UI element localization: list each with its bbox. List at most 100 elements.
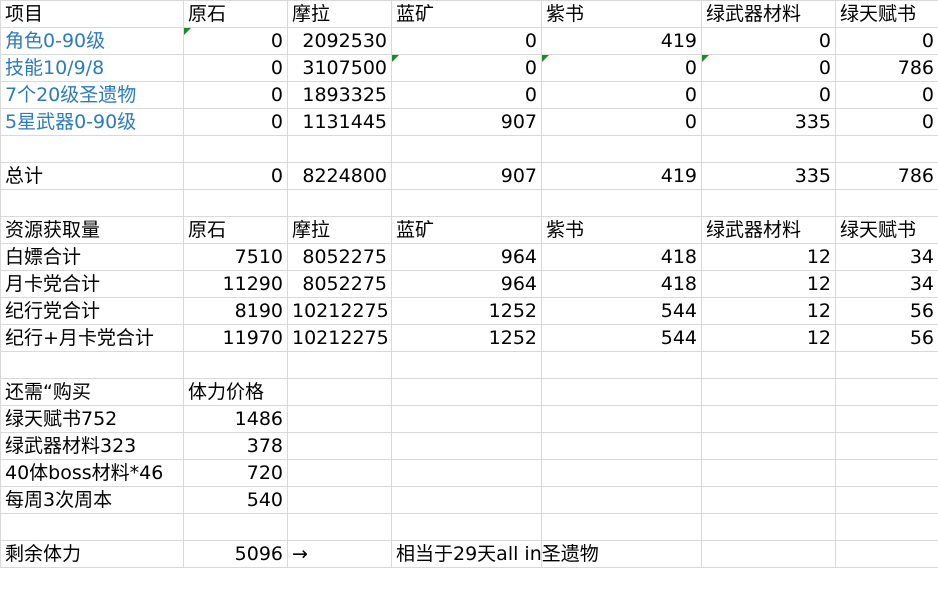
cell[interactable] — [183, 135, 288, 163]
cell[interactable]: 12 — [701, 324, 836, 352]
cell[interactable] — [391, 486, 542, 514]
cell[interactable] — [391, 189, 542, 217]
cell[interactable]: 8052275 — [287, 270, 392, 298]
cell[interactable]: 3107500 — [287, 54, 392, 82]
cell[interactable]: 56 — [835, 324, 938, 352]
cell[interactable] — [183, 189, 288, 217]
cell[interactable]: 1252 — [391, 324, 542, 352]
cell[interactable]: 纪行党合计 — [0, 297, 184, 325]
cell[interactable]: 418 — [541, 243, 702, 271]
cell[interactable]: 34 — [835, 270, 938, 298]
cell[interactable] — [0, 189, 184, 217]
cell[interactable] — [835, 540, 938, 568]
cell[interactable] — [541, 486, 702, 514]
cell[interactable] — [701, 459, 836, 487]
cell[interactable] — [541, 189, 702, 217]
cell[interactable]: 335 — [701, 162, 836, 190]
cell[interactable]: 绿天赋书 — [835, 0, 938, 28]
cell[interactable]: 0 — [183, 54, 288, 82]
cell[interactable] — [541, 405, 702, 433]
cell[interactable] — [183, 513, 288, 541]
cell[interactable]: 绿武器材料 — [701, 216, 836, 244]
cell[interactable]: 紫书 — [541, 216, 702, 244]
cell[interactable] — [701, 486, 836, 514]
cell[interactable] — [835, 513, 938, 541]
cell[interactable] — [287, 378, 392, 406]
cell[interactable]: → — [287, 540, 392, 568]
cell[interactable] — [835, 351, 938, 379]
cell[interactable]: 摩拉 — [287, 216, 392, 244]
cell[interactable] — [701, 432, 836, 460]
cell[interactable]: 786 — [835, 54, 938, 82]
cell[interactable]: 紫书 — [541, 0, 702, 28]
cell[interactable]: 原石 — [183, 0, 288, 28]
cell[interactable] — [541, 351, 702, 379]
cell[interactable] — [541, 540, 702, 568]
cell[interactable] — [835, 405, 938, 433]
cell[interactable]: 0 — [183, 81, 288, 109]
cell[interactable] — [287, 405, 392, 433]
cell[interactable]: 技能10/9/8 — [0, 54, 184, 82]
cell[interactable] — [391, 459, 542, 487]
cell[interactable]: 0 — [835, 81, 938, 109]
cell[interactable]: 7个20级圣遗物 — [0, 81, 184, 109]
cell[interactable]: 964 — [391, 243, 542, 271]
cell[interactable]: 摩拉 — [287, 0, 392, 28]
cell[interactable]: 纪行+月卡党合计 — [0, 324, 184, 352]
cell[interactable]: 每周3次周本 — [0, 486, 184, 514]
cell[interactable]: 8224800 — [287, 162, 392, 190]
cell[interactable]: 12 — [701, 270, 836, 298]
cell[interactable]: 5星武器0-90级 — [0, 108, 184, 136]
cell[interactable]: 8052275 — [287, 243, 392, 271]
cell[interactable] — [0, 135, 184, 163]
cell[interactable]: 1131445 — [287, 108, 392, 136]
cell[interactable]: 白嫖合计 — [0, 243, 184, 271]
cell[interactable] — [701, 540, 836, 568]
cell[interactable] — [835, 378, 938, 406]
cell[interactable] — [701, 135, 836, 163]
cell[interactable] — [541, 513, 702, 541]
cell[interactable]: 0 — [391, 54, 542, 82]
cell[interactable]: 1893325 — [287, 81, 392, 109]
cell[interactable]: 907 — [391, 108, 542, 136]
cell[interactable] — [835, 135, 938, 163]
cell[interactable]: 蓝矿 — [391, 216, 542, 244]
cell[interactable]: 0 — [701, 54, 836, 82]
cell[interactable]: 7510 — [183, 243, 288, 271]
cell[interactable]: 418 — [541, 270, 702, 298]
cell[interactable] — [287, 486, 392, 514]
cell[interactable] — [183, 351, 288, 379]
cell[interactable]: 11970 — [183, 324, 288, 352]
cell[interactable]: 蓝矿 — [391, 0, 542, 28]
cell[interactable] — [287, 459, 392, 487]
cell[interactable]: 总计 — [0, 162, 184, 190]
cell[interactable] — [701, 351, 836, 379]
cell[interactable] — [0, 513, 184, 541]
cell[interactable] — [391, 405, 542, 433]
cell[interactable]: 绿武器材料323 — [0, 432, 184, 460]
cell[interactable]: 0 — [541, 54, 702, 82]
cell[interactable]: 0 — [183, 108, 288, 136]
cell[interactable]: 0 — [391, 27, 542, 55]
cell[interactable]: 绿武器材料 — [701, 0, 836, 28]
cell[interactable] — [701, 405, 836, 433]
cell[interactable]: 项目 — [0, 0, 184, 28]
cell[interactable]: 绿天赋书752 — [0, 405, 184, 433]
cell[interactable] — [541, 135, 702, 163]
cell[interactable]: 10212275 — [287, 324, 392, 352]
cell[interactable]: 56 — [835, 297, 938, 325]
cell[interactable] — [835, 486, 938, 514]
cell[interactable] — [701, 378, 836, 406]
cell[interactable]: 12 — [701, 243, 836, 271]
cell[interactable] — [701, 513, 836, 541]
cell[interactable]: 40体boss材料*46 — [0, 459, 184, 487]
cell[interactable]: 绿天赋书 — [835, 216, 938, 244]
cell[interactable]: 5096 — [183, 540, 288, 568]
cell[interactable] — [287, 513, 392, 541]
cell[interactable]: 资源获取量 — [0, 216, 184, 244]
cell[interactable]: 月卡党合计 — [0, 270, 184, 298]
cell[interactable]: 34 — [835, 243, 938, 271]
cell[interactable] — [287, 432, 392, 460]
cell[interactable]: 剩余体力 — [0, 540, 184, 568]
cell[interactable]: 1486 — [183, 405, 288, 433]
